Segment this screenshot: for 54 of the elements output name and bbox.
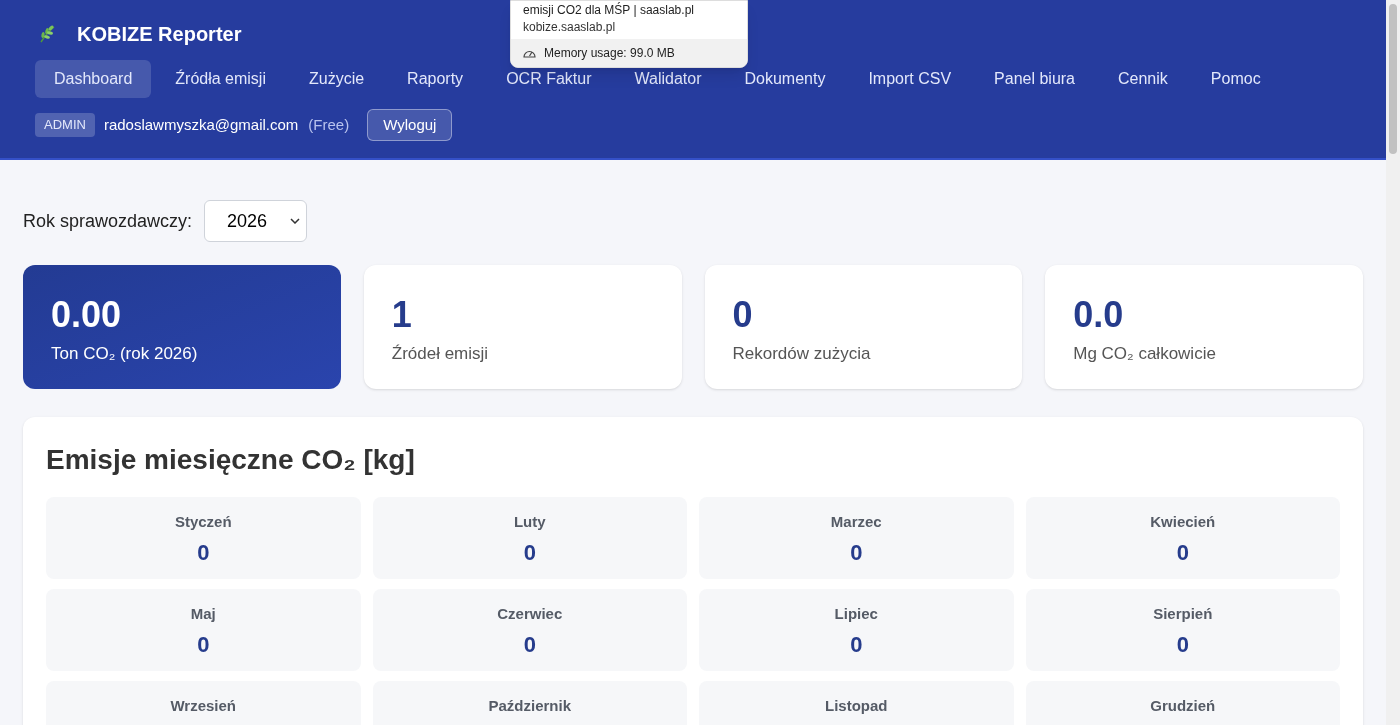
- month-name: Maj: [190, 604, 216, 624]
- tooltip-title: emisji CO2 dla MŚP | saaslab.pl: [522, 1, 695, 17]
- leaf-icon: [37, 24, 57, 44]
- memory-usage: Memory usage: 99.0 MB: [544, 45, 675, 62]
- month-value: 0: [1176, 630, 1189, 659]
- role-badge: ADMIN: [35, 113, 95, 137]
- nav-tab[interactable]: Raporty: [388, 60, 483, 98]
- nav-tab[interactable]: Walidator: [615, 60, 721, 98]
- nav-tab[interactable]: OCR Faktur: [487, 60, 611, 98]
- stat-label: Rekordów zużycia: [732, 343, 872, 365]
- stat-value: 0.00: [51, 293, 123, 337]
- stat-label: Ton CO₂ (rok 2026): [51, 343, 199, 365]
- month-name: Sierpień: [1153, 604, 1213, 624]
- gauge-icon: [523, 48, 536, 58]
- nav-tab[interactable]: Źródła emisji: [156, 60, 285, 98]
- year-label: Rok sprawozdawczy:: [23, 209, 193, 233]
- month-name: Czerwiec: [497, 604, 563, 624]
- app-title: KOBIZE Reporter: [77, 22, 242, 47]
- month-value: 0: [1176, 538, 1189, 567]
- year-select[interactable]: 2026: [204, 200, 308, 242]
- tooltip-domain: kobize.saaslab.pl: [522, 19, 617, 36]
- month-name: Wrzesień: [170, 696, 237, 716]
- logout-button[interactable]: Wyloguj: [367, 109, 453, 141]
- user-email: radoslawmyszka@gmail.com: [103, 114, 299, 135]
- chevron-down-icon: [290, 218, 301, 224]
- month-value: 0: [197, 538, 210, 567]
- month-value: 0: [850, 630, 863, 659]
- stat-label: Źródeł emisji: [391, 343, 490, 365]
- nav-tab[interactable]: Panel biura: [975, 60, 1094, 98]
- month-value: 0: [523, 538, 536, 567]
- month-name: Styczeń: [174, 512, 232, 532]
- month-name: Listopad: [825, 696, 888, 716]
- stat-value: 0: [732, 293, 754, 337]
- stat-value: 1: [391, 293, 413, 337]
- stat-label: Mg CO₂ całkowicie: [1073, 343, 1217, 365]
- month-name: Luty: [513, 512, 546, 532]
- section-title: Emisje miesięczne CO₂ [kg]: [46, 443, 416, 477]
- nav-tab[interactable]: Dashboard: [35, 60, 152, 98]
- plan-label: (Free): [308, 114, 350, 135]
- month-name: Październik: [488, 696, 571, 716]
- scrollbar[interactable]: [1386, 0, 1400, 725]
- nav-tab[interactable]: Dokumenty: [725, 60, 845, 98]
- month-name: Kwiecień: [1150, 512, 1216, 532]
- nav-tab[interactable]: Pomoc: [1191, 60, 1280, 98]
- month-name: Grudzień: [1150, 696, 1216, 716]
- month-name: Marzec: [830, 512, 882, 532]
- month-value: 0: [850, 538, 863, 567]
- month-name: Lipiec: [834, 604, 878, 624]
- nav-tab[interactable]: Cennik: [1099, 60, 1187, 98]
- month-value: 0: [197, 630, 210, 659]
- stat-value: 0.0: [1073, 293, 1125, 337]
- nav-tab[interactable]: Import CSV: [849, 60, 971, 98]
- month-value: 0: [523, 630, 536, 659]
- nav-tab[interactable]: Zużycie: [289, 60, 384, 98]
